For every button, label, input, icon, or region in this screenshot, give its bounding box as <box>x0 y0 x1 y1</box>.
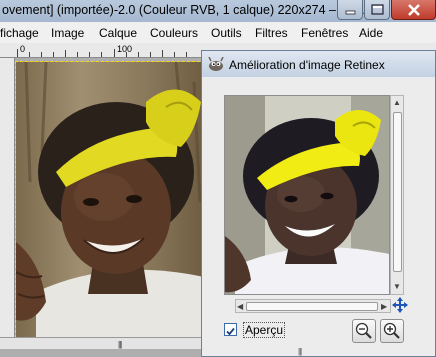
canvas-horizontal-scrollbar[interactable]: ||| <box>0 337 205 349</box>
dialog-title: Amélioration d'image Retinex <box>229 58 385 72</box>
ruler-label-100: 100 <box>117 44 133 54</box>
menu-fenetres[interactable]: Fenêtres <box>301 26 348 40</box>
minimize-button[interactable] <box>337 0 363 20</box>
checkmark-icon <box>226 327 235 336</box>
menu-image[interactable]: Image <box>51 26 84 40</box>
preview-checkbox[interactable] <box>224 323 237 336</box>
preview-vertical-scrollbar[interactable]: ▲ ▼ <box>390 95 404 295</box>
vertical-ruler[interactable] <box>0 58 15 348</box>
window-titlebar[interactable]: ovement] (importée)-2.0 (Couleur RVB, 1 … <box>0 0 436 22</box>
ruler-label-0: 0 <box>20 44 26 54</box>
move-arrows-icon[interactable] <box>392 297 408 313</box>
menu-couleurs[interactable]: Couleurs <box>150 26 198 40</box>
vertical-scroll-thumb[interactable] <box>393 112 402 272</box>
menubar: fichage Image Calque Couleurs Outils Fil… <box>0 22 436 43</box>
scroll-left-icon[interactable]: ◀ <box>237 302 243 311</box>
horizontal-scroll-thumb[interactable] <box>246 302 378 311</box>
preview-horizontal-scrollbar[interactable]: ◀ ▶ <box>235 299 391 313</box>
zoom-in-button[interactable] <box>380 319 404 343</box>
menu-calque[interactable]: Calque <box>99 26 137 40</box>
menu-outils[interactable]: Outils <box>211 26 242 40</box>
preview-label[interactable]: Aperçu <box>242 322 286 338</box>
maximize-button[interactable] <box>364 0 390 20</box>
menu-aide[interactable]: Aide <box>359 26 383 40</box>
image-boundary <box>15 61 205 338</box>
close-button[interactable] <box>391 0 436 20</box>
maximize-icon <box>371 4 384 15</box>
minimize-icon <box>345 10 356 15</box>
scrollbar-grip: ||| <box>118 340 122 349</box>
gimp-wilber-icon <box>208 57 224 71</box>
menu-affichage[interactable]: fichage <box>0 26 39 40</box>
close-icon <box>408 4 420 16</box>
zoom-out-button[interactable] <box>352 319 376 343</box>
menu-filtres[interactable]: Filtres <box>255 26 288 40</box>
preview-image[interactable] <box>224 95 390 295</box>
zoom-out-icon <box>355 322 372 339</box>
dialog-titlebar[interactable]: Amélioration d'image Retinex <box>202 51 435 77</box>
scroll-down-icon[interactable]: ▼ <box>393 282 401 291</box>
window-title: ovement] (importée)-2.0 (Couleur RVB, 1 … <box>2 3 366 17</box>
zoom-in-icon <box>383 322 400 339</box>
scroll-right-icon[interactable]: ▶ <box>381 302 387 311</box>
dialog-resize-grip[interactable]: ||| <box>298 347 302 356</box>
scroll-up-icon[interactable]: ▲ <box>393 98 401 107</box>
retinex-dialog: Amélioration d'image Retinex ▲ ▼ ◀ ▶ Ape… <box>201 50 436 357</box>
